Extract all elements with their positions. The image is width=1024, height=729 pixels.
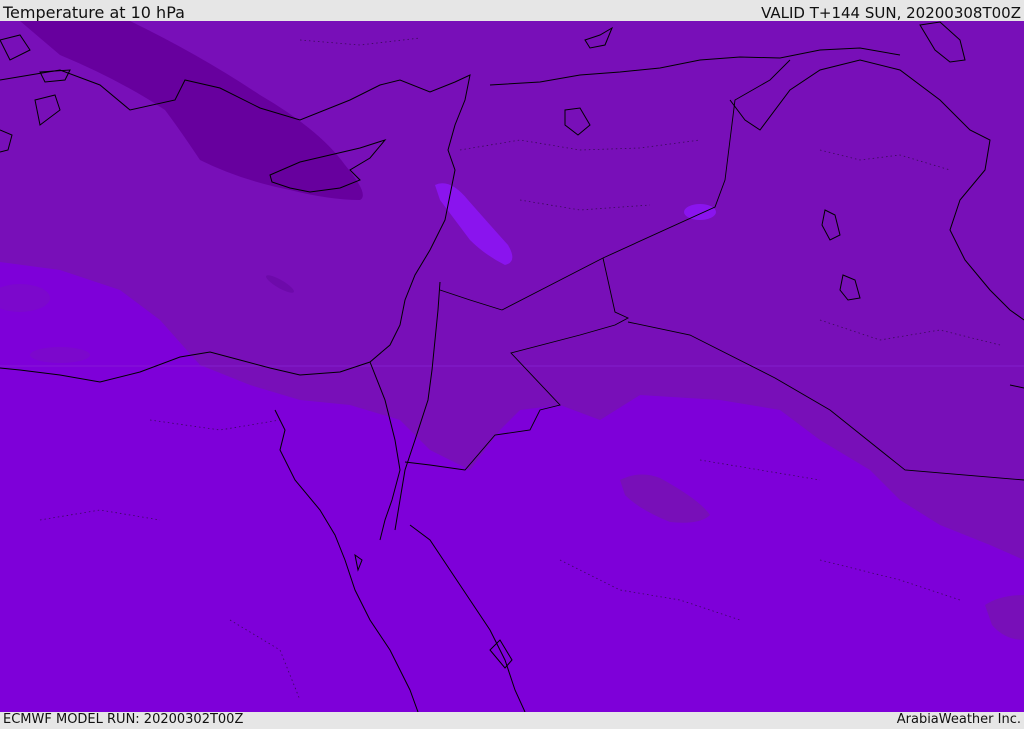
credit: ArabiaWeather Inc.: [896, 712, 1021, 727]
mid-patch-sinai: [30, 347, 90, 363]
footer-bar: ECMWF MODEL RUN: 20200302T00Z ArabiaWeat…: [0, 712, 1024, 729]
model-run: ECMWF MODEL RUN: 20200302T00Z: [3, 712, 244, 727]
warm-spot: [684, 204, 716, 220]
valid-time: VALID T+144 SUN, 20200308T00Z: [761, 4, 1021, 22]
temperature-map[interactable]: [0, 21, 1024, 712]
map-title: Temperature at 10 hPa: [3, 3, 185, 22]
header-bar: Temperature at 10 hPa VALID T+144 SUN, 2…: [0, 0, 1024, 22]
